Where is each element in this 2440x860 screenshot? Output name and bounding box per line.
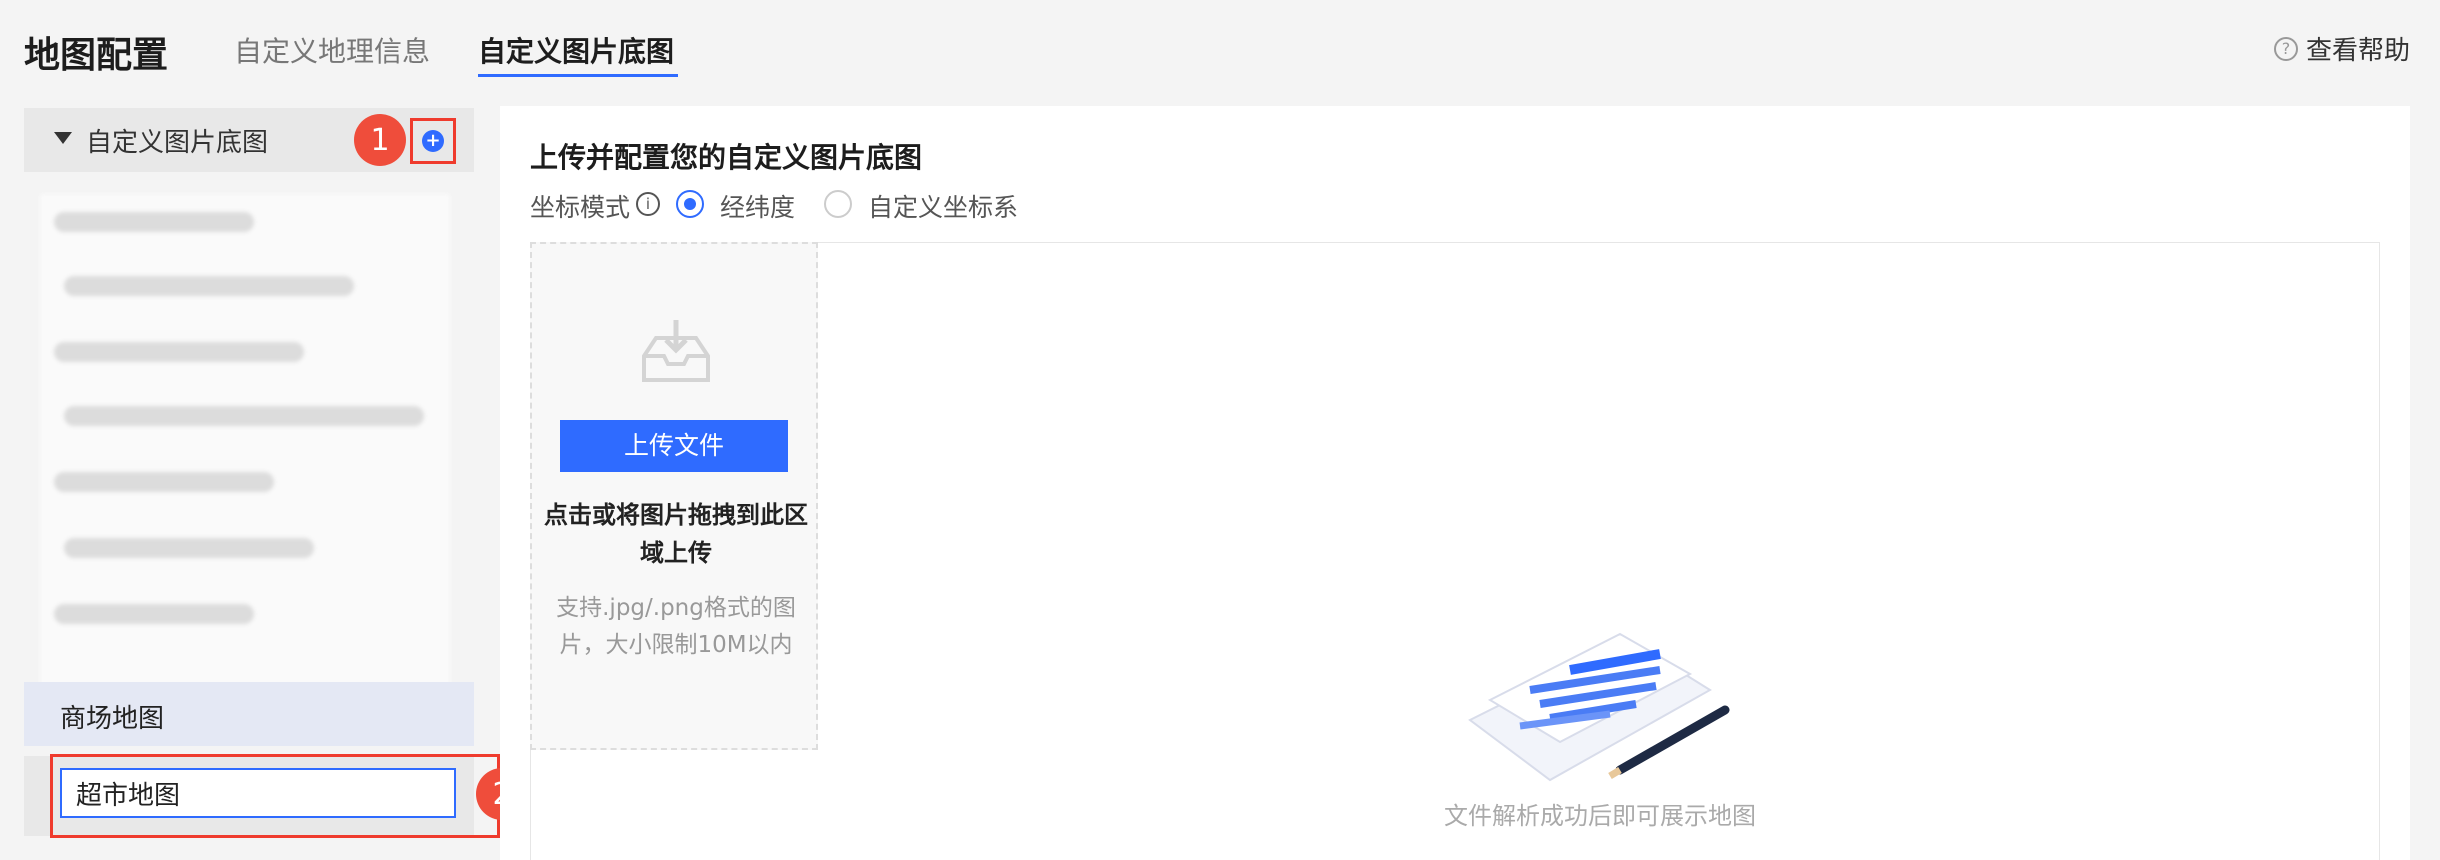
caret-down-icon[interactable]: [54, 132, 72, 144]
sidebar: 自定义图片底图 1 + 商场地图 2: [24, 108, 528, 860]
inbox-upload-icon: [642, 320, 710, 382]
help-link[interactable]: ? 查看帮助: [2273, 30, 2410, 67]
step-marker-1: 1: [354, 114, 406, 166]
help-label: 查看帮助: [2305, 36, 2410, 66]
upload-note: 支持.jpg/.png格式的图片，大小限制10M以内: [556, 595, 796, 658]
radio-custom-coord[interactable]: [824, 190, 852, 218]
empty-state-text: 文件解析成功后即可展示地图: [1444, 802, 1756, 830]
radio-lat-lng-label[interactable]: 经纬度: [720, 188, 795, 224]
tree-group-label: 自定义图片底图: [86, 128, 269, 158]
plus-icon: +: [422, 130, 444, 152]
upload-dropzone[interactable]: 上传文件 点击或将图片拖拽到此区域上传 支持.jpg/.png格式的图片，大小限…: [530, 242, 818, 750]
new-basemap-name-input[interactable]: [60, 768, 456, 818]
tree-group-header[interactable]: 自定义图片底图 1 +: [24, 108, 474, 172]
active-tab-indicator: [478, 74, 678, 77]
question-icon: ?: [2273, 36, 2298, 61]
tab-custom-geo-info[interactable]: 自定义地理信息: [234, 30, 430, 70]
page-title: 地图配置: [24, 35, 169, 76]
main-panel: 上传并配置您的自定义图片底图 坐标模式 i 经纬度 自定义坐标系 上传文件 点击…: [500, 106, 2410, 860]
upload-file-button[interactable]: 上传文件: [560, 420, 788, 472]
list-item-label: 商场地图: [60, 704, 165, 734]
info-icon[interactable]: i: [636, 192, 660, 216]
add-basemap-button[interactable]: +: [410, 118, 456, 164]
radio-custom-coord-label[interactable]: 自定义坐标系: [868, 188, 1018, 224]
upload-hint: 点击或将图片拖拽到此区域上传: [544, 501, 808, 567]
panel-title: 上传并配置您的自定义图片底图: [530, 141, 923, 174]
coord-mode-label: 坐标模式: [530, 193, 631, 222]
document-illustration: [1468, 632, 1730, 782]
radio-lat-lng[interactable]: [676, 190, 704, 218]
list-item-mall-map[interactable]: 商场地图: [24, 682, 474, 746]
blurred-item-list: [40, 194, 450, 744]
tab-custom-image-basemap[interactable]: 自定义图片底图: [478, 30, 674, 70]
